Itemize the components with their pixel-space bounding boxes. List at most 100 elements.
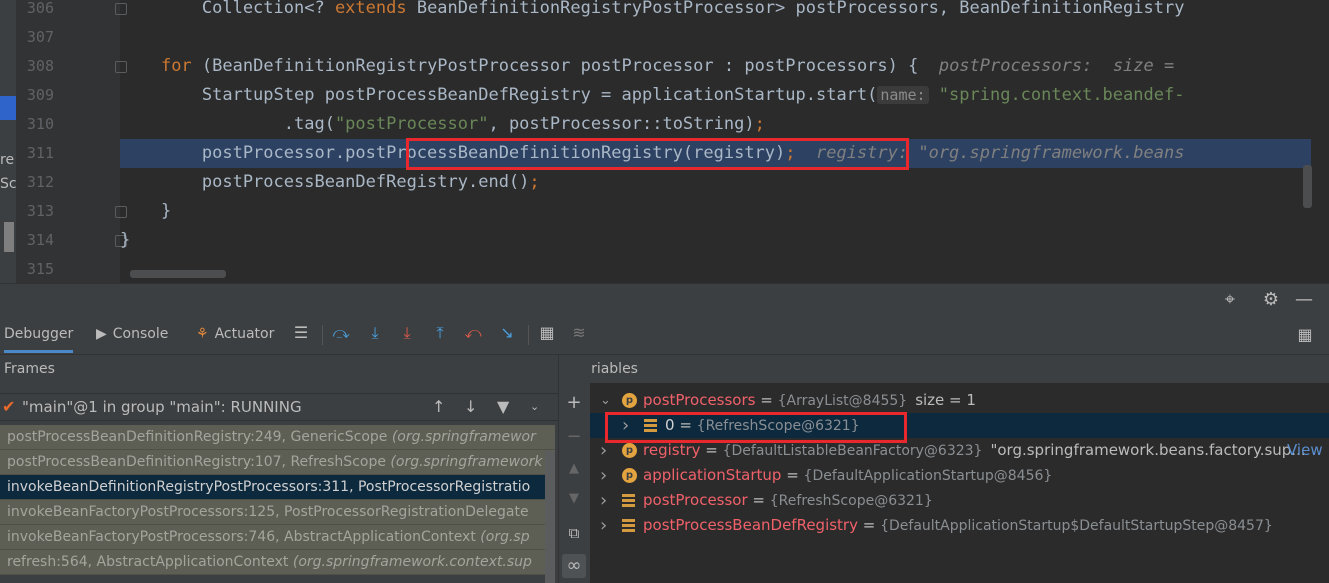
stack-frame-package: (org.sp — [480, 529, 530, 545]
code-line[interactable]: StartupStep postProcessBeanDefRegistry =… — [120, 81, 1311, 110]
remove-watch-icon[interactable]: − — [562, 425, 586, 449]
glasses-icon[interactable]: ∞ — [562, 554, 586, 578]
code-token: "spring.context.beandef- — [938, 85, 1185, 105]
drop-frame-icon[interactable]: ⤺ — [462, 322, 484, 344]
code-line[interactable]: } — [120, 226, 1311, 255]
stack-frame-package: (org.springframework — [390, 454, 543, 470]
highlight-box-method-call — [406, 138, 909, 170]
chevron-down-icon[interactable]: ⌄ — [530, 394, 539, 420]
variable-row[interactable]: › p applicationStartup = {DefaultApplicati… — [590, 463, 1329, 488]
copy-icon[interactable]: ⧉ — [562, 521, 586, 545]
line-number: 313 — [26, 202, 54, 220]
stack-frame-row[interactable]: invokeBeanFactoryPostProcessors:746, Abs… — [0, 525, 555, 550]
frames-panel: Frames ✔ "main"@1 in group "main": RUNNI… — [0, 355, 558, 583]
frames-scrollbar[interactable] — [545, 451, 555, 583]
stack-frame-package: (org.springframewor — [391, 429, 536, 445]
chevron-right-icon[interactable]: › — [600, 513, 612, 538]
code-token: , postProcessor::toString) — [488, 114, 755, 134]
move-up-icon[interactable]: ▲ — [562, 457, 586, 481]
code-editor[interactable]: re Sc 306 Collection<? extends BeanDefin… — [0, 0, 1329, 283]
stack-frame-method: invokeBeanFactoryPostProcessors:746, Abs… — [7, 529, 481, 545]
tab-debugger[interactable]: Debugger — [4, 315, 74, 353]
parameter-icon: p — [622, 393, 637, 408]
variable-row[interactable]: › postProcessor = {RefreshScope@6321} — [590, 488, 1329, 513]
variable-extra: size = 1 — [915, 391, 976, 409]
stack-frame-row[interactable]: postProcessBeanDefinitionRegistry:249, G… — [0, 425, 555, 450]
variable-row[interactable]: ⌄ p postProcessors = {ArrayList@8455} size … — [590, 388, 1329, 413]
show-execution-point-icon[interactable]: ⤼ — [330, 322, 352, 344]
code-token: extends — [334, 0, 407, 18]
field-icon — [622, 519, 635, 532]
code-token: Collection<? — [120, 0, 335, 18]
stack-frame-row[interactable]: invokeBeanDefinitionRegistryPostProcesso… — [0, 475, 555, 500]
stack-frame-method: invokeBeanFactoryPostProcessors:125, Pos… — [7, 504, 529, 520]
code-line[interactable] — [120, 23, 1311, 52]
code-line[interactable]: for (BeanDefinitionRegistryPostProcessor… — [120, 52, 1311, 81]
stack-frame-row[interactable]: invokeBeanFactoryPostProcessors:125, Pos… — [0, 500, 555, 525]
stack-frame-row[interactable]: postProcessBeanDefinitionRegistry:107, R… — [0, 450, 555, 475]
code-line[interactable]: } — [120, 197, 1311, 226]
chevron-right-icon[interactable]: › — [600, 463, 612, 488]
project-panel-edge: re Sc — [0, 0, 17, 283]
gear-icon[interactable]: ⚙ — [1259, 288, 1283, 312]
step-into-icon[interactable]: ⤓ — [364, 322, 386, 344]
project-selection — [0, 96, 16, 120]
variable-name: postProcessors — [643, 391, 756, 409]
equals-sign: = — [857, 516, 881, 534]
toolbar-separator — [528, 325, 529, 345]
trace-stream-icon[interactable]: ≋ — [568, 322, 590, 344]
variable-extra: "org.springframework.beans.factory.sup..… — [990, 441, 1306, 459]
code-line[interactable] — [120, 255, 1311, 283]
move-down-icon[interactable]: ▼ — [562, 487, 586, 511]
variable-value: {ArrayList@8455} — [777, 393, 908, 409]
code-token: postProcessBeanDefRegistry.end() — [120, 172, 530, 192]
code-token: ; — [754, 114, 765, 134]
tab-debugger-label: Debugger — [4, 326, 74, 342]
line-number: 307 — [26, 28, 54, 46]
arrow-down-icon[interactable]: ↓ — [464, 394, 477, 420]
force-step-into-icon[interactable]: ⤓ — [396, 322, 418, 344]
variable-name: postProcessor — [643, 491, 748, 509]
arrow-up-icon[interactable]: ↑ — [432, 394, 445, 420]
line-number: 312 — [26, 173, 54, 191]
parameter-icon: p — [622, 443, 637, 458]
variables-side-toolbar: + − ▲ ▼ ⧉ ∞ — [558, 355, 591, 583]
editor-vertical-scrollbar[interactable] — [1303, 165, 1312, 208]
stack-frame-method: postProcessBeanDefinitionRegistry:249, G… — [7, 429, 392, 445]
debug-tool-header: ⌖ ⚙ — — [0, 283, 1329, 316]
layout-icon[interactable]: ☰ — [290, 322, 312, 344]
thread-selector[interactable]: ✔ "main"@1 in group "main": RUNNING ↑ ↓ … — [0, 393, 558, 421]
evaluate-expression-icon[interactable]: ▦ — [536, 322, 558, 344]
code-line[interactable]: postProcessBeanDefRegistry.end(); — [120, 168, 1311, 197]
crosshair-icon[interactable]: ⌖ — [1218, 288, 1242, 312]
variable-name: registry — [643, 441, 701, 459]
stack-frame-row[interactable]: refresh:564, AbstractApplicationContext … — [0, 550, 555, 575]
filter-icon[interactable]: ▼ — [497, 394, 509, 420]
equals-sign: = — [755, 391, 778, 409]
run-to-cursor-icon[interactable]: ↘ — [496, 322, 518, 344]
code-token: StartupStep postProcessBeanDefRegistry =… — [120, 85, 878, 105]
frames-title: Frames — [4, 361, 55, 377]
project-scrollbar[interactable] — [4, 222, 14, 252]
tab-console-label: Console — [112, 326, 169, 342]
minimize-icon[interactable]: — — [1292, 288, 1316, 312]
variable-value: {DefaultListableBeanFactory@6323} — [722, 443, 983, 459]
view-link[interactable]: View — [1287, 438, 1323, 463]
add-watch-icon[interactable]: + — [562, 391, 586, 415]
variables-title: Variables — [590, 355, 1329, 383]
line-number: 306 — [26, 0, 54, 17]
line-number: 315 — [26, 260, 54, 278]
step-out-icon[interactable]: ⤒ — [429, 322, 451, 344]
code-token: ; — [529, 172, 540, 192]
restore-layout-icon[interactable]: ▦ — [1294, 324, 1316, 346]
actuator-icon: ⚘ — [196, 326, 209, 342]
editor-horizontal-scrollbar[interactable] — [130, 270, 226, 278]
code-line[interactable]: Collection<? extends BeanDefinitionRegis… — [120, 0, 1311, 23]
variable-row[interactable]: › postProcessBeanDefRegistry = {DefaultAp… — [590, 513, 1329, 538]
code-line[interactable]: .tag("postProcessor", postProcessor::toS… — [120, 110, 1311, 139]
chevron-right-icon[interactable]: › — [600, 488, 612, 513]
tab-actuator[interactable]: ⚘ Actuator — [196, 315, 274, 353]
chevron-down-icon[interactable]: ⌄ — [600, 388, 612, 413]
tab-console[interactable]: ▶ Console — [96, 315, 168, 353]
